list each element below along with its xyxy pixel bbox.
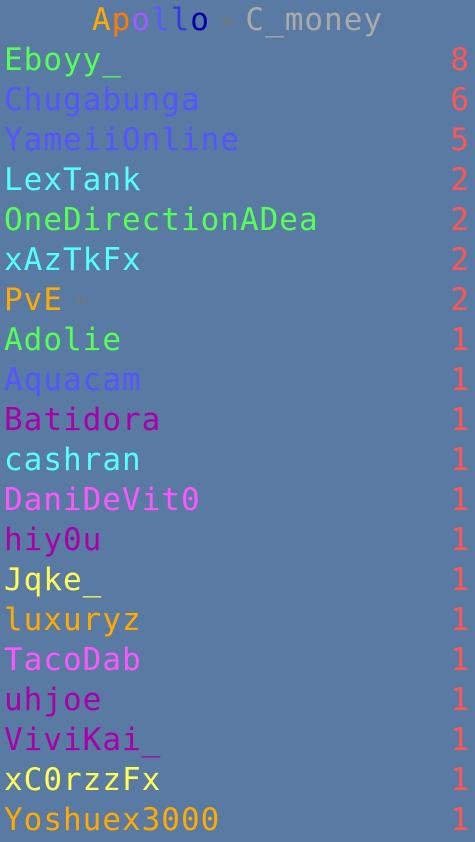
scoreboard-row: Jqke_ 1	[0, 560, 475, 600]
player-score: 1	[450, 642, 470, 678]
player-name: Chugabunga	[4, 82, 201, 118]
player-entry: DaniDeVit0	[4, 480, 201, 520]
player-score: 2	[450, 162, 470, 198]
player-name: hiy0u	[4, 522, 103, 558]
brand-letter: l	[150, 2, 171, 38]
scoreboard-row: OneDirectionADea 2	[0, 200, 475, 240]
player-entry: xAzTkFx	[4, 240, 142, 280]
brand-letter: l	[170, 2, 191, 38]
player-score: 1	[450, 442, 470, 478]
player-entry: hiy0u	[4, 520, 102, 560]
scoreboard-row: xAzTkFx 2	[0, 240, 475, 280]
player-score: 1	[450, 802, 470, 838]
scoreboard-row: Aquacam 1	[0, 360, 475, 400]
player-entry: cashran	[4, 440, 142, 480]
header-separator: »	[219, 6, 236, 34]
player-name: Batidora	[4, 402, 162, 438]
scoreboard-row: Yoshuex3000 1	[0, 800, 475, 840]
player-name: DaniDeVit0	[4, 482, 201, 518]
scoreboard-row: PvE » 2	[0, 280, 475, 320]
player-score: 1	[450, 402, 470, 438]
player-entry: luxuryz	[4, 600, 142, 640]
player-entry: Eboyy_	[4, 40, 122, 80]
player-entry: Adolie	[4, 320, 122, 360]
scoreboard-row: LexTank 2	[0, 160, 475, 200]
player-name: xC0rzzFx	[4, 762, 162, 798]
player-name: Eboyy_	[4, 42, 122, 78]
player-entry: Batidora	[4, 400, 161, 440]
player-score: 1	[450, 362, 470, 398]
player-name: OneDirectionADea	[4, 202, 319, 238]
player-entry: Yoshuex3000	[4, 800, 220, 840]
player-name: luxuryz	[4, 602, 142, 638]
player-entry: YameiiOnline	[4, 120, 240, 160]
player-entry: OneDirectionADea	[4, 200, 319, 240]
player-suffix-arrow: »	[73, 286, 89, 314]
scoreboard-row: Batidora 1	[0, 400, 475, 440]
brand-letter: p	[111, 2, 132, 38]
scoreboard-panel: Apollo » C_money Eboyy_ 8 Chugabunga 6 Yamei…	[0, 0, 475, 840]
scoreboard-row: uhjoe 1	[0, 680, 475, 720]
player-entry: uhjoe	[4, 680, 102, 720]
server-name: C_money	[245, 2, 384, 38]
player-score: 1	[450, 322, 470, 358]
brand-letter: o	[131, 2, 151, 38]
player-name: LexTank	[4, 162, 142, 198]
player-score: 1	[450, 562, 470, 598]
scoreboard-row: YameiiOnline 5	[0, 120, 475, 160]
player-entry: xC0rzzFx	[4, 760, 161, 800]
player-score: 1	[450, 482, 470, 518]
brand-letter: A	[91, 2, 112, 38]
scoreboard-header: Apollo » C_money	[0, 0, 475, 40]
player-entry: LexTank	[4, 160, 142, 200]
player-name: xAzTkFx	[4, 242, 142, 278]
player-score: 6	[450, 82, 470, 118]
player-name: ViviKai_	[4, 722, 162, 758]
scoreboard-row: xC0rzzFx 1	[0, 760, 475, 800]
player-score-list: Eboyy_ 8 Chugabunga 6 YameiiOnline 5 LexTank 2 O…	[0, 40, 475, 840]
scoreboard-row: ViviKai_ 1	[0, 720, 475, 760]
player-name: PvE	[4, 282, 63, 318]
player-score: 1	[450, 522, 470, 558]
player-score: 1	[450, 682, 470, 718]
scoreboard-row: Chugabunga 6	[0, 80, 475, 120]
player-name: YameiiOnline	[4, 122, 240, 158]
scoreboard-row: Eboyy_ 8	[0, 40, 475, 80]
player-name: uhjoe	[4, 682, 103, 718]
player-entry: Aquacam	[4, 360, 142, 400]
player-score: 1	[450, 762, 470, 798]
scoreboard-row: Adolie 1	[0, 320, 475, 360]
server-brand-title: Apollo	[92, 0, 210, 40]
player-name: cashran	[4, 442, 142, 478]
player-score: 5	[450, 122, 470, 158]
player-entry: PvE »	[4, 280, 88, 320]
player-name: Jqke_	[4, 562, 103, 598]
player-entry: Jqke_	[4, 560, 102, 600]
player-name: Adolie	[4, 322, 122, 358]
scoreboard-row: cashran 1	[0, 440, 475, 480]
player-name: Yoshuex3000	[4, 802, 221, 838]
scoreboard-row: hiy0u 1	[0, 520, 475, 560]
player-score: 2	[450, 202, 470, 238]
player-score: 2	[450, 242, 470, 278]
player-score: 2	[450, 282, 470, 318]
player-name: Aquacam	[4, 362, 142, 398]
scoreboard-row: DaniDeVit0 1	[0, 480, 475, 520]
scoreboard-row: luxuryz 1	[0, 600, 475, 640]
player-entry: TacoDab	[4, 640, 142, 680]
player-score: 1	[450, 722, 470, 758]
player-score: 1	[450, 602, 470, 638]
player-score: 8	[450, 42, 470, 78]
player-entry: ViviKai_	[4, 720, 161, 760]
scoreboard-row: TacoDab 1	[0, 640, 475, 680]
player-name: TacoDab	[4, 642, 142, 678]
brand-letter: o	[190, 2, 210, 38]
player-entry: Chugabunga	[4, 80, 201, 120]
